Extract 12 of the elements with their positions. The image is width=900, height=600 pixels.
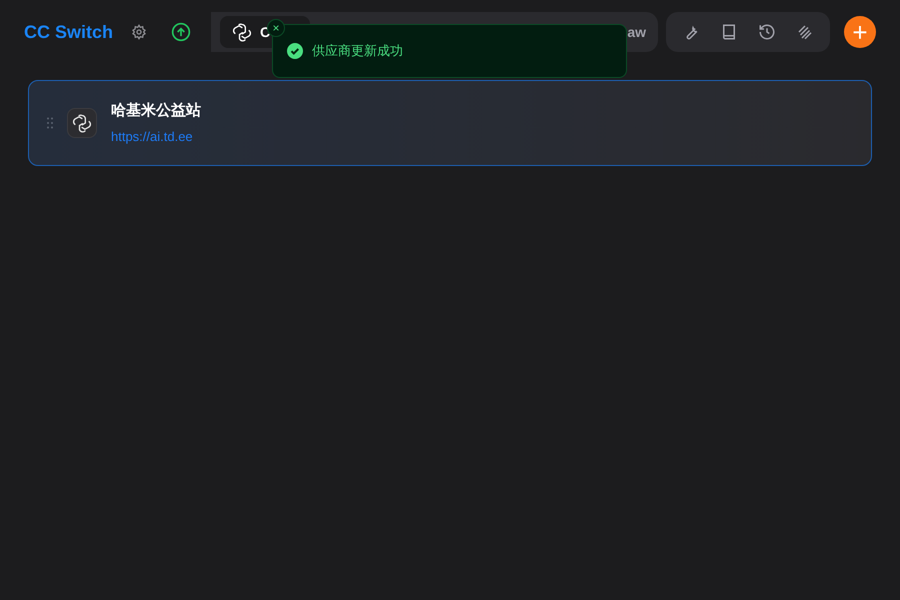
drag-handle-icon[interactable] [47,117,53,129]
book-icon[interactable] [720,23,738,41]
settings-icon[interactable] [131,24,147,40]
knot-icon [232,22,252,42]
provider-card[interactable]: 哈基米公益站 https://ai.td.ee [28,80,872,166]
history-icon[interactable] [758,23,776,41]
upload-icon[interactable] [171,22,191,42]
knot-icon [72,113,92,133]
provider-name: 哈基米公益站 [111,100,201,120]
toast-message: 供应商更新成功 [312,42,403,60]
success-icon [287,43,303,59]
app-title: CC Switch [24,22,113,42]
